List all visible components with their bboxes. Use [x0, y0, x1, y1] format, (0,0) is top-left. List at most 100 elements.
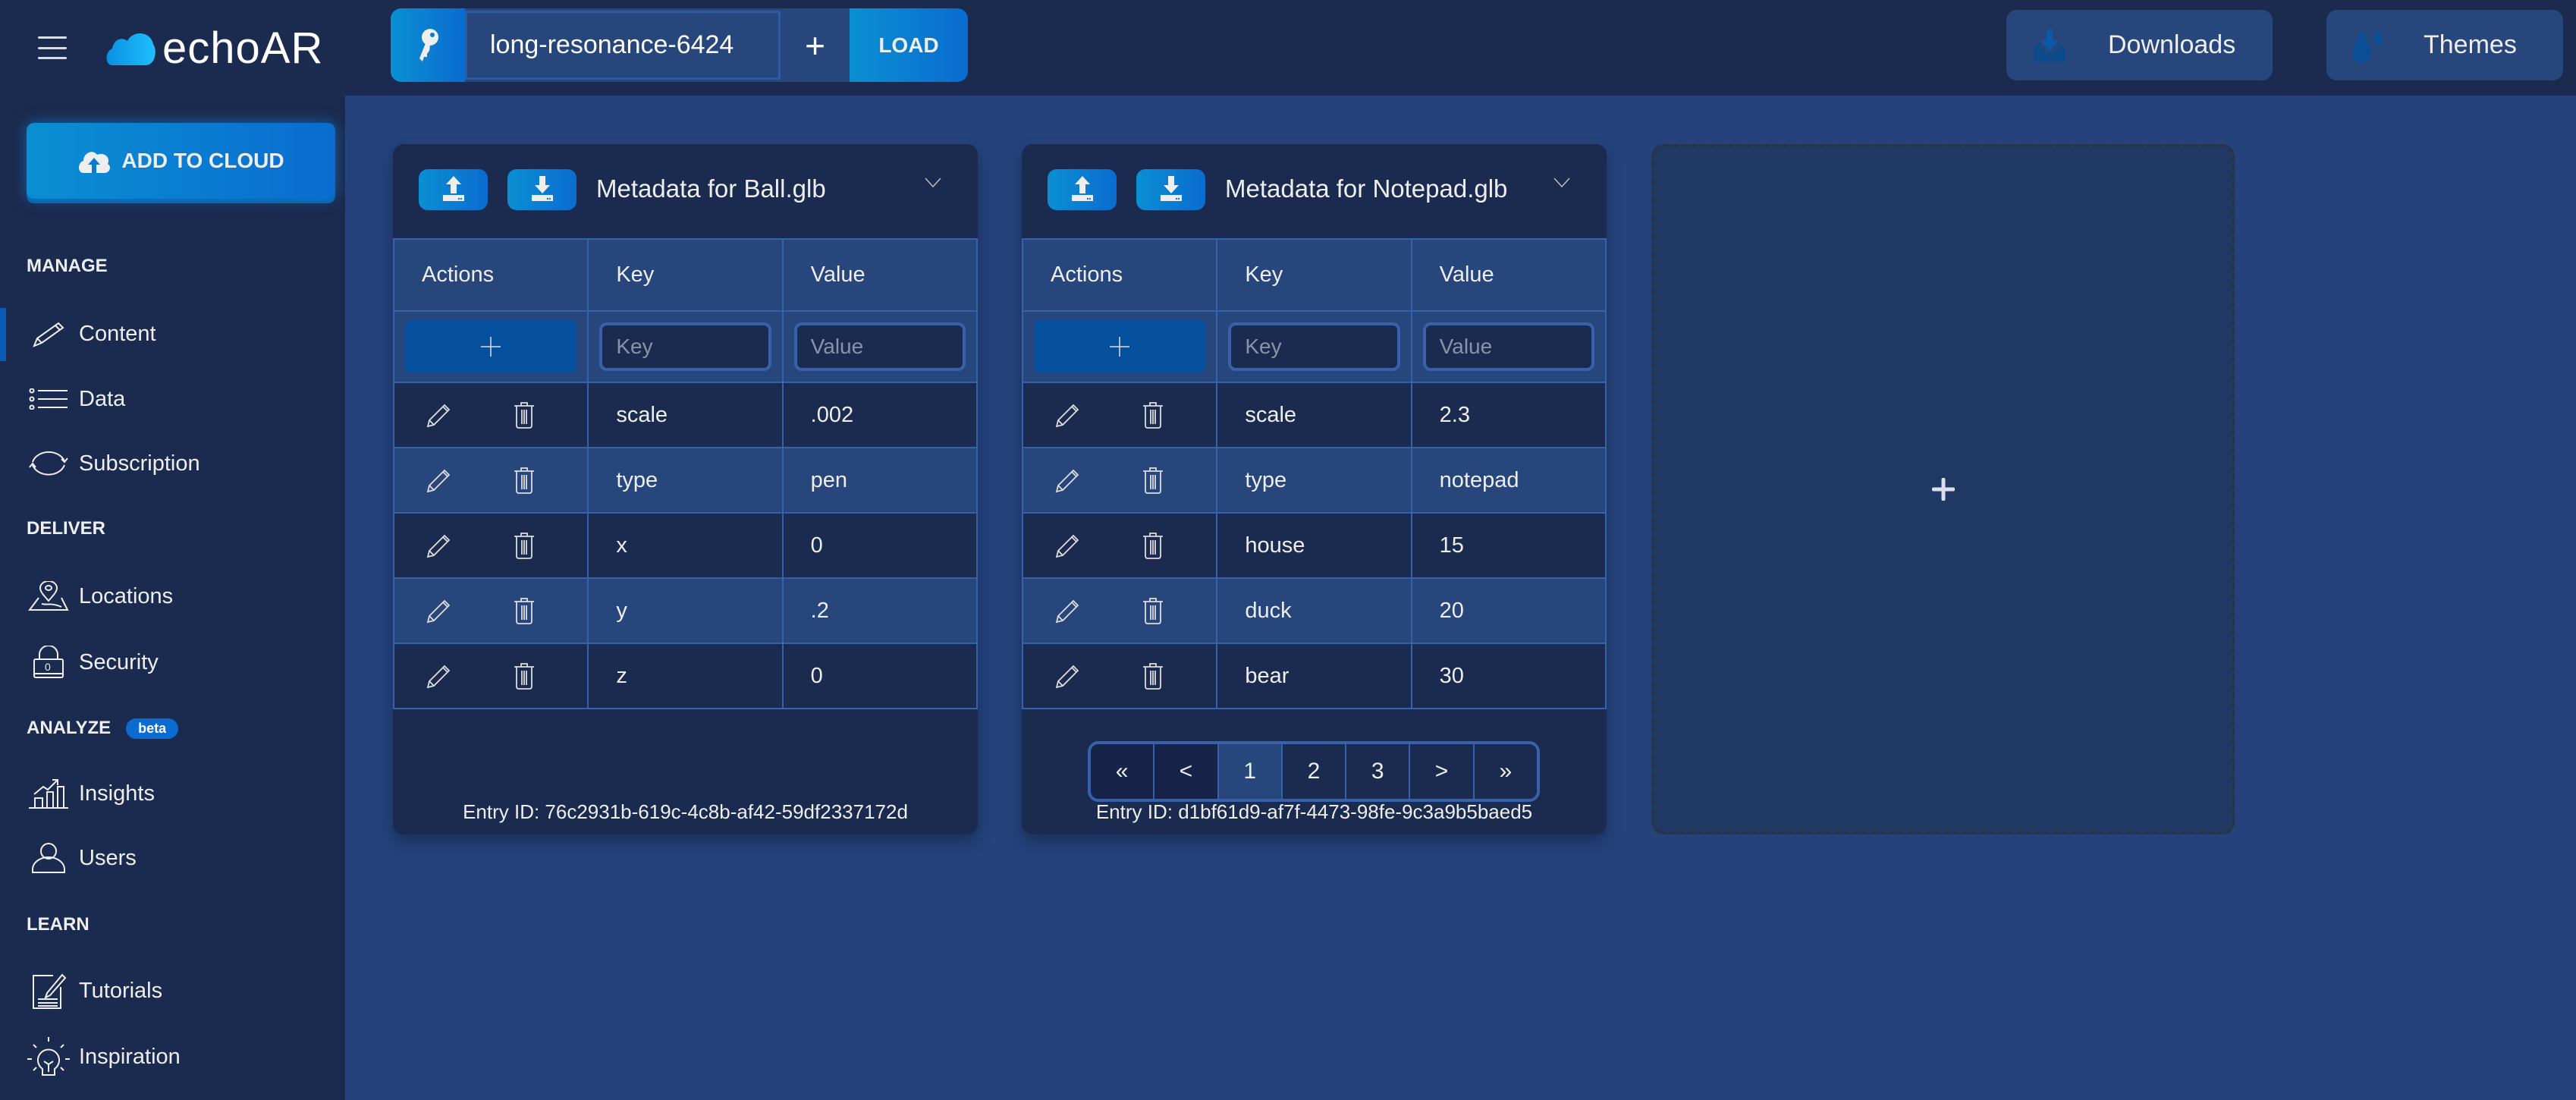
add-to-cloud-label: ADD TO CLOUD [121, 149, 284, 172]
notebook-icon [27, 972, 70, 1010]
last-page-button[interactable]: » [1474, 744, 1537, 799]
edit-pencil-icon[interactable] [426, 533, 452, 558]
delete-trash-icon[interactable] [1142, 597, 1164, 624]
delete-trash-icon[interactable] [513, 467, 536, 494]
delete-trash-icon[interactable] [1142, 401, 1164, 429]
themes-button[interactable]: Themes [2326, 10, 2563, 80]
page-button[interactable]: 2 [1282, 744, 1347, 799]
upload-metadata-button[interactable] [1048, 169, 1117, 210]
row-key: type [587, 447, 784, 514]
delete-trash-icon[interactable] [513, 532, 536, 559]
column-header: Key [1216, 238, 1412, 312]
table-row: scale .002 [392, 382, 979, 448]
value-input[interactable] [1422, 322, 1594, 371]
add-key-button[interactable]: + [781, 8, 850, 82]
lightbulb-icon [27, 1037, 70, 1076]
beta-badge: beta [126, 718, 179, 739]
entry-id: Entry ID: d1bf61d9-af7f-4473-98fe-9c3a9b… [1095, 800, 1533, 823]
add-entry-card[interactable] [1651, 144, 2235, 834]
key-button[interactable] [391, 8, 465, 82]
load-button[interactable]: LOAD [850, 8, 968, 82]
sidebar-item-subscription[interactable]: Subscription [0, 433, 345, 494]
chart-icon [27, 775, 70, 812]
edit-pencil-icon[interactable] [1055, 467, 1081, 493]
sidebar-item-locations[interactable]: Locations [0, 566, 345, 627]
card-header: Metadata for Ball.glb [393, 144, 978, 238]
sidebar-item-inspiration[interactable]: Inspiration [0, 1026, 345, 1087]
logo[interactable]: echoAR [105, 23, 323, 73]
section-manage: MANAGE [27, 256, 108, 276]
row-value: notepad [1410, 447, 1607, 514]
key-input[interactable] [1228, 322, 1400, 371]
api-key-input[interactable] [465, 11, 781, 80]
plus-icon [1110, 337, 1130, 357]
delete-trash-icon[interactable] [513, 401, 536, 429]
delete-trash-icon[interactable] [513, 597, 536, 624]
download-metadata-button[interactable] [507, 169, 576, 210]
upload-icon [1071, 175, 1094, 205]
value-input[interactable] [793, 322, 966, 371]
upload-metadata-button[interactable] [419, 169, 488, 210]
row-value: 0 [781, 512, 979, 579]
droplets-icon [2353, 27, 2383, 63]
chevron-down-icon[interactable] [925, 178, 941, 188]
downloads-button[interactable]: Downloads [2006, 10, 2273, 80]
column-header: Actions [392, 238, 589, 312]
row-value: .2 [781, 577, 979, 644]
metadata-table: ActionsKeyValue scale2.3 typenotepad hou… [1021, 238, 1607, 709]
card-title: Metadata for Notepad.glb [1225, 174, 1508, 203]
section-deliver: DELIVER [27, 518, 106, 539]
sidebar-item-tutorials[interactable]: Tutorials [0, 960, 345, 1021]
delete-trash-icon[interactable] [1142, 662, 1164, 690]
row-key: y [587, 577, 784, 644]
delete-trash-icon[interactable] [1142, 467, 1164, 494]
edit-pencil-icon[interactable] [1055, 663, 1081, 689]
add-row-button[interactable] [1034, 320, 1206, 373]
row-value: 30 [1410, 643, 1607, 709]
add-to-cloud-button[interactable]: ADD TO CLOUD [27, 123, 335, 199]
edit-pencil-icon[interactable] [1055, 598, 1081, 624]
row-key: scale [587, 382, 784, 448]
sidebar-item-content[interactable]: Content [0, 303, 345, 364]
metadata-table: ActionsKeyValue scale.002 typepen x0 y.2… [392, 238, 979, 709]
table-row: z0 [392, 643, 979, 709]
section-analyze: ANALYZE beta [27, 718, 179, 739]
key-input[interactable] [599, 322, 771, 371]
themes-label: Themes [2424, 30, 2517, 59]
row-key: z [587, 643, 784, 709]
first-page-button[interactable]: « [1091, 744, 1155, 799]
download-metadata-button[interactable] [1136, 169, 1205, 210]
edit-pencil-icon[interactable] [1055, 533, 1081, 558]
download-icon [1160, 175, 1183, 205]
chevron-down-icon[interactable] [1553, 178, 1570, 188]
table-header: Actions Key Value [1021, 238, 1607, 312]
add-row-button[interactable] [405, 320, 577, 373]
table-row: bear 30 [1021, 643, 1607, 709]
sidebar-item-insights[interactable]: Insights [0, 763, 345, 824]
table-row: type pen [392, 447, 979, 514]
edit-pencil-icon[interactable] [426, 598, 452, 624]
delete-trash-icon[interactable] [1142, 532, 1164, 559]
prev-page-button[interactable]: < [1154, 744, 1219, 799]
table-row: y .2 [392, 577, 979, 644]
page-button[interactable]: 1 [1218, 744, 1283, 799]
sidebar-item-data[interactable]: Data [0, 369, 345, 429]
edit-pencil-icon[interactable] [1055, 402, 1081, 428]
lock-icon: 0 [27, 643, 70, 681]
page-button[interactable]: 3 [1346, 744, 1411, 799]
sidebar-item-security[interactable]: 0 Security [0, 632, 345, 693]
next-page-button[interactable]: > [1410, 744, 1475, 799]
top-bar: echoAR + LOAD Downloads Themes [0, 0, 2576, 96]
pencil-icon [27, 315, 70, 353]
row-key: scale [1216, 382, 1412, 448]
plus-icon [1931, 478, 1955, 501]
sidebar-item-users[interactable]: Users [0, 828, 345, 888]
menu-icon[interactable] [38, 36, 67, 59]
new-entry-row [1021, 310, 1607, 383]
delete-trash-icon[interactable] [513, 662, 536, 690]
edit-pencil-icon[interactable] [426, 402, 452, 428]
card-title: Metadata for Ball.glb [596, 174, 826, 203]
edit-pencil-icon[interactable] [426, 663, 452, 689]
edit-pencil-icon[interactable] [426, 467, 452, 493]
row-value: 2.3 [1410, 382, 1607, 448]
